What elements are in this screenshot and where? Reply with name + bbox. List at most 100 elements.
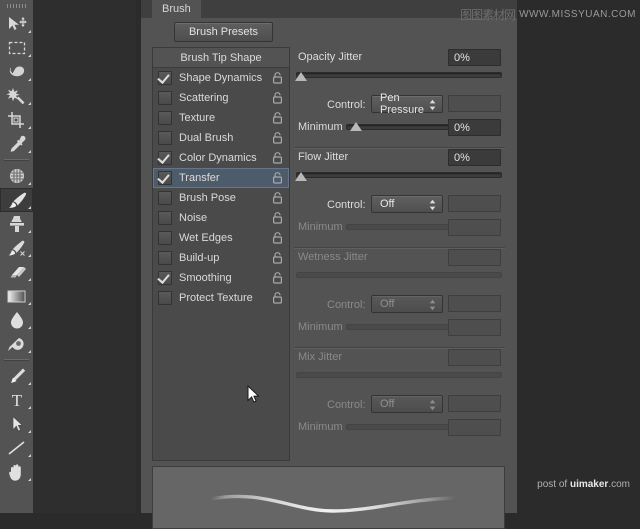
brush-presets-button[interactable]: Brush Presets — [174, 22, 273, 42]
spot-healing-brush-tool[interactable] — [0, 164, 33, 188]
rectangular-marquee-tool[interactable] — [0, 36, 33, 60]
control-extra-field[interactable] — [448, 295, 501, 312]
brush-option-row[interactable]: Dual Brush — [153, 128, 289, 148]
watermark-bottom: post of uimaker.com — [537, 479, 630, 490]
control-extra-field[interactable] — [448, 395, 501, 412]
clone-stamp-tool[interactable] — [0, 212, 33, 236]
section-value-field[interactable]: 0% — [448, 49, 501, 66]
section-slider-thumb[interactable] — [295, 172, 307, 181]
lock-icon[interactable] — [272, 192, 283, 204]
control-select[interactable]: Off — [371, 395, 443, 413]
gradient-tool[interactable] — [0, 284, 33, 308]
lock-icon[interactable] — [272, 292, 283, 304]
lock-icon[interactable] — [272, 152, 283, 164]
watermark-site-url: WWW.MISSYUAN.COM — [519, 9, 636, 20]
brush-option-checkbox[interactable] — [158, 271, 172, 285]
eraser-tool[interactable] — [0, 260, 33, 284]
brush-option-checkbox[interactable] — [158, 231, 172, 245]
move-tool[interactable] — [0, 12, 33, 36]
lasso-tool[interactable] — [0, 60, 33, 84]
section-slider-track[interactable] — [296, 72, 502, 78]
brush-option-checkbox[interactable] — [158, 251, 172, 265]
tab-brush[interactable]: Brush — [152, 0, 201, 18]
minimum-value-field[interactable] — [448, 319, 501, 336]
lock-icon[interactable] — [272, 212, 283, 224]
quick-selection-tool[interactable] — [0, 84, 33, 108]
brush-option-checkbox[interactable] — [158, 191, 172, 205]
lock-icon[interactable] — [272, 112, 283, 124]
brush-option-checkbox[interactable] — [158, 111, 172, 125]
brush-option-checkbox[interactable] — [158, 151, 172, 165]
lock-icon[interactable] — [272, 92, 283, 104]
lock-icon[interactable] — [272, 252, 283, 264]
brush-tool[interactable] — [0, 188, 33, 212]
section-value-field[interactable] — [448, 349, 501, 366]
lock-icon[interactable] — [272, 272, 283, 284]
minimum-value-field[interactable] — [448, 219, 501, 236]
tab-brush-label: Brush — [162, 3, 191, 15]
brush-option-row[interactable]: Brush Pose — [153, 188, 289, 208]
minimum-slider-track[interactable] — [346, 424, 450, 430]
section-value-field[interactable] — [448, 249, 501, 266]
brush-option-row[interactable]: Color Dynamics — [153, 148, 289, 168]
blur-tool[interactable] — [0, 308, 33, 332]
brush-option-checkbox[interactable] — [158, 91, 172, 105]
brush-panel-body: Brush Presets Brush Tip Shape Shape Dyna… — [141, 18, 517, 529]
history-brush-tool[interactable] — [0, 236, 33, 260]
brush-option-checkbox[interactable] — [158, 171, 172, 185]
pen-tool[interactable] — [0, 364, 33, 388]
brush-option-checkbox[interactable] — [158, 291, 172, 305]
brush-option-row[interactable]: Smoothing — [153, 268, 289, 288]
control-label: Control: — [327, 299, 366, 311]
control-extra-field[interactable] — [448, 195, 501, 212]
brush-option-row[interactable]: Shape Dynamics — [153, 68, 289, 88]
brush-option-checkbox[interactable] — [158, 71, 172, 85]
section-title: Opacity Jitter — [298, 51, 363, 63]
lock-icon[interactable] — [272, 132, 283, 144]
lock-icon[interactable] — [272, 232, 283, 244]
tool-flyout-corner-icon — [28, 30, 31, 33]
brush-option-row[interactable]: Build-up — [153, 248, 289, 268]
type-tool[interactable]: T — [0, 388, 33, 412]
brush-option-checkbox[interactable] — [158, 131, 172, 145]
setting-section: Flow Jitter 0% Control: Off Minimum — [294, 147, 505, 247]
minimum-slider-track[interactable] — [346, 324, 450, 330]
control-select[interactable]: Off — [371, 295, 443, 313]
control-extra-field[interactable] — [448, 95, 501, 112]
line-tool[interactable] — [0, 436, 33, 460]
brush-option-row[interactable]: Scattering — [153, 88, 289, 108]
brush-option-row[interactable]: Noise — [153, 208, 289, 228]
brush-option-row[interactable]: Wet Edges — [153, 228, 289, 248]
minimum-value-field[interactable] — [448, 419, 501, 436]
tool-flyout-corner-icon — [28, 454, 31, 457]
hand-tool[interactable] — [0, 460, 33, 484]
brush-option-row[interactable]: Texture — [153, 108, 289, 128]
brush-tip-shape-header[interactable]: Brush Tip Shape — [153, 48, 289, 68]
lock-icon[interactable] — [272, 172, 283, 184]
section-slider-track[interactable] — [296, 172, 502, 178]
section-slider-thumb[interactable] — [295, 72, 307, 81]
section-value-field[interactable]: 0% — [448, 149, 501, 166]
minimum-slider-track[interactable] — [346, 224, 450, 230]
minimum-slider-thumb[interactable] — [349, 122, 362, 131]
stepper-arrows-icon — [429, 399, 436, 411]
brush-option-row[interactable]: Transfer — [153, 168, 289, 188]
tool-flyout-corner-icon — [28, 150, 31, 153]
section-slider-track[interactable] — [296, 372, 502, 378]
brush-option-checkbox[interactable] — [158, 211, 172, 225]
tool-flyout-corner-icon — [28, 478, 31, 481]
brush-option-row[interactable]: Protect Texture — [153, 288, 289, 308]
dodge-tool[interactable] — [0, 332, 33, 356]
eyedropper-tool[interactable] — [0, 132, 33, 156]
control-select-value: Off — [380, 298, 395, 310]
brush-stroke-preview — [152, 466, 505, 529]
crop-tool[interactable] — [0, 108, 33, 132]
section-slider-track[interactable] — [296, 272, 502, 278]
control-select[interactable]: Off — [371, 195, 443, 213]
lock-icon[interactable] — [272, 72, 283, 84]
control-select[interactable]: Pen Pressure — [371, 92, 443, 116]
minimum-label: Minimum — [298, 121, 343, 133]
path-selection-tool[interactable] — [0, 412, 33, 436]
minimum-value-field[interactable]: 0% — [448, 119, 501, 136]
toolbar-drag-grip[interactable] — [0, 0, 33, 12]
